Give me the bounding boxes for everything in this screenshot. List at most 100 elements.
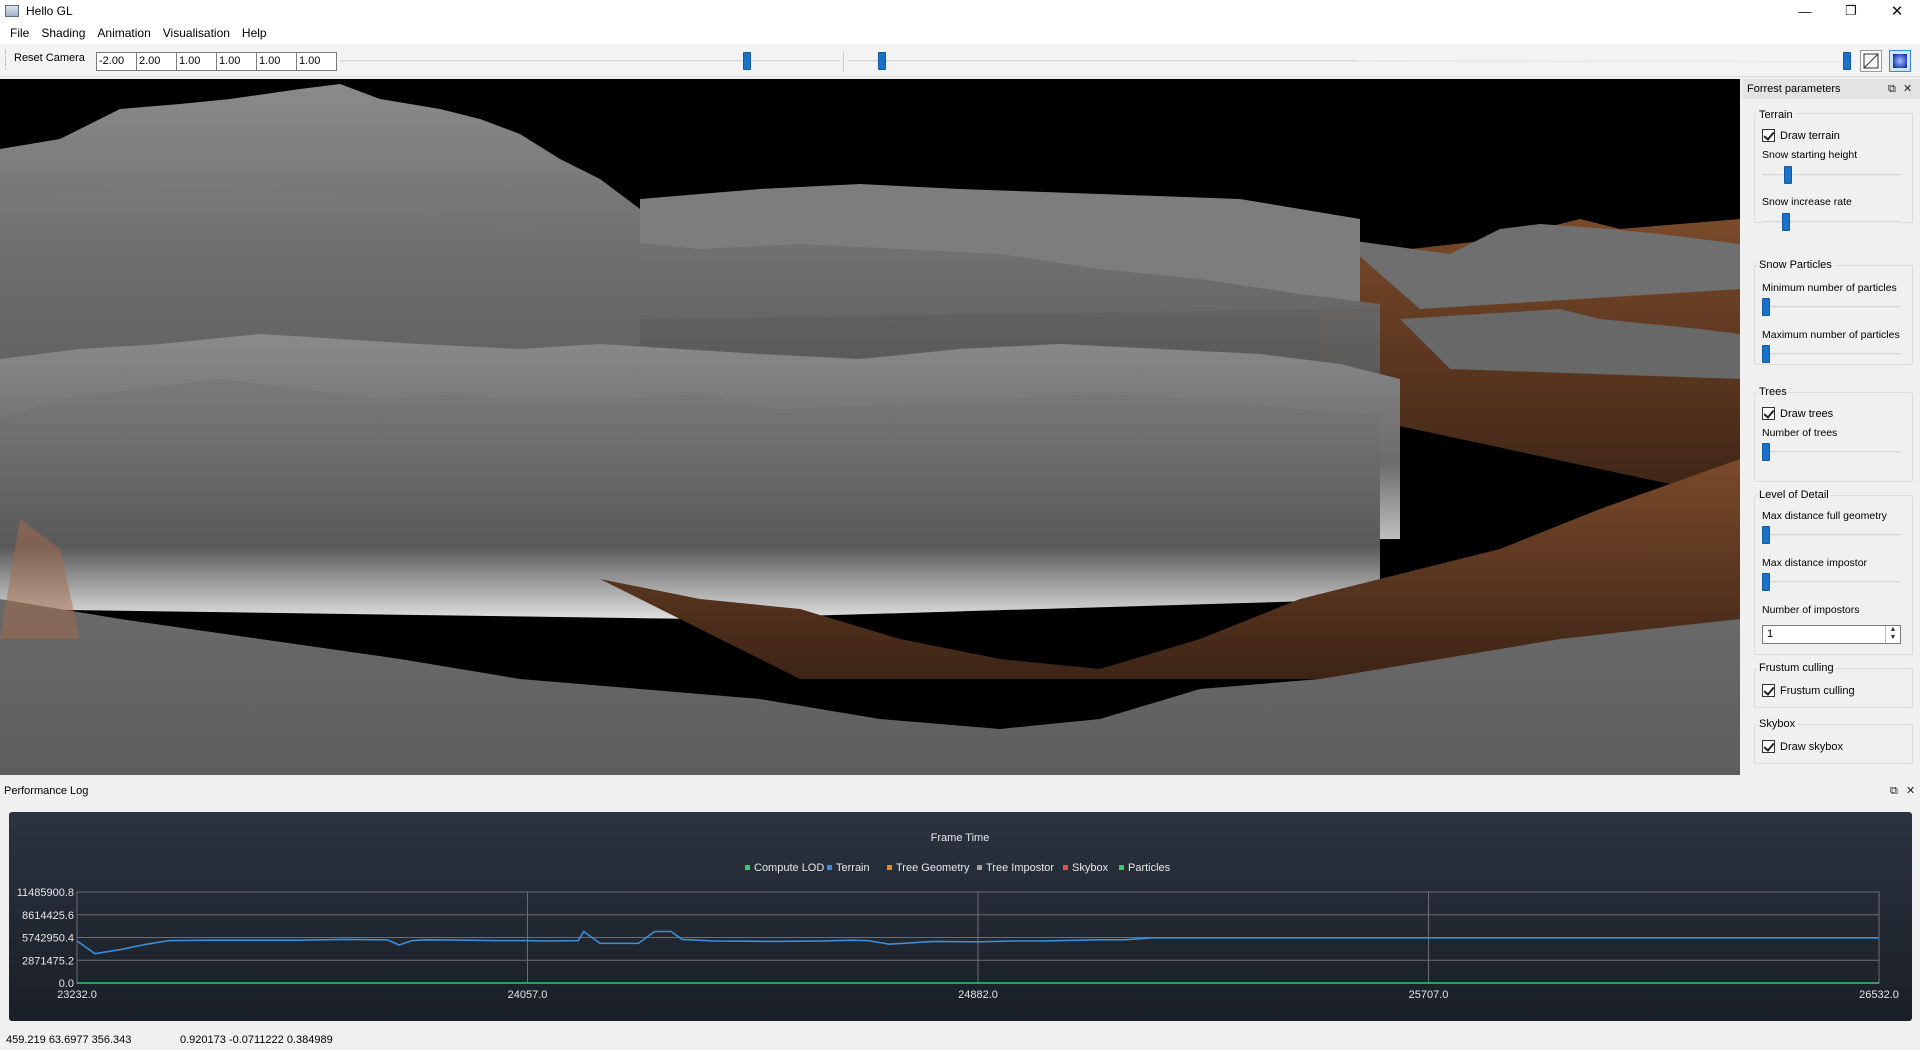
app-icon: [5, 5, 19, 17]
slider-handle[interactable]: [1762, 345, 1770, 363]
number-of-trees-label: Number of trees: [1762, 427, 1838, 439]
float-icon[interactable]: ⧉: [1888, 79, 1896, 99]
y-tick-label: 2871475.2: [22, 955, 74, 967]
number-of-impostors-spinbox[interactable]: 1 ▲ ▼: [1762, 625, 1901, 644]
slider-handle[interactable]: [1762, 573, 1770, 591]
spinbox-value: 1: [1767, 628, 1774, 640]
camera-value-1[interactable]: -2.00: [96, 52, 137, 71]
max-distance-impostor-label: Max distance impostor: [1762, 557, 1868, 569]
legend-marker: [887, 865, 892, 870]
checkbox-label: Draw trees: [1780, 407, 1834, 420]
y-tick-label: 8614425.6: [22, 910, 74, 922]
group-title-snow-particles: Snow Particles: [1757, 259, 1834, 271]
camera-direction: 0.920173 -0.0711222 0.384989: [180, 1034, 333, 1046]
checkbox-label: Draw terrain: [1780, 129, 1840, 142]
max-distance-full-label: Max distance full geometry: [1762, 510, 1887, 522]
checkbox-label: Frustum culling: [1780, 684, 1855, 697]
chart-svg: Frame Time Compute LOD Terrain Tree Geometr…: [17, 832, 1899, 1001]
checkbox-box[interactable]: [1762, 407, 1775, 420]
chart-title: Frame Time: [931, 832, 990, 844]
checkbox-box[interactable]: [1762, 129, 1775, 142]
draw-terrain-checkbox[interactable]: Draw terrain: [1762, 129, 1840, 142]
x-tick-label: 25707.0: [1409, 989, 1449, 1001]
legend-marker: [1063, 865, 1068, 870]
x-tick-label: 24057.0: [508, 989, 548, 1001]
slider-handle[interactable]: [1762, 443, 1770, 461]
menu-help[interactable]: Help: [236, 22, 273, 44]
snow-increase-rate-slider[interactable]: [1762, 212, 1901, 232]
gl-viewport[interactable]: [0, 79, 1740, 775]
legend-item: Compute LOD: [754, 862, 824, 874]
window-title: Hello GL: [26, 4, 73, 18]
menu-shading[interactable]: Shading: [35, 22, 91, 44]
shaded-render-icon[interactable]: [1889, 50, 1911, 72]
group-title-trees: Trees: [1757, 386, 1789, 398]
draw-skybox-checkbox[interactable]: Draw skybox: [1762, 740, 1843, 753]
frustum-culling-checkbox[interactable]: Frustum culling: [1762, 684, 1855, 697]
group-title-skybox: Skybox: [1757, 718, 1798, 730]
group-title-terrain: Terrain: [1757, 109, 1795, 121]
checkbox-box[interactable]: [1762, 684, 1775, 697]
close-icon[interactable]: ✕: [1903, 79, 1912, 99]
close-icon[interactable]: ✕: [1906, 781, 1915, 801]
status-bar: 459.219 63.6977 356.343 0.920173 -0.0711…: [0, 1030, 1920, 1050]
toolbar: Reset Camera -2.00 2.00 1.00 1.00 1.00 1…: [0, 44, 1920, 77]
slider-handle[interactable]: [1784, 166, 1793, 184]
menu-visualisation[interactable]: Visualisation: [157, 22, 236, 44]
toolbar-slider-1[interactable]: [340, 51, 840, 71]
spin-arrows-icon[interactable]: ▲ ▼: [1885, 626, 1900, 643]
slider-handle[interactable]: [1843, 52, 1852, 70]
menu-file[interactable]: File: [4, 22, 35, 44]
toolbar-grip[interactable]: [5, 51, 8, 69]
legend-item: Tree Impostor: [986, 862, 1054, 874]
camera-value-4[interactable]: 1.00: [216, 52, 257, 71]
camera-value-5[interactable]: 1.00: [256, 52, 297, 71]
legend-marker: [745, 865, 750, 870]
close-icon[interactable]: ✕: [1874, 0, 1920, 22]
float-icon[interactable]: ⧉: [1890, 781, 1898, 801]
dock-title: Forrest parameters: [1747, 83, 1841, 95]
snow-starting-height-slider[interactable]: [1762, 165, 1901, 185]
title-bar: Hello GL — ❐ ✕: [0, 0, 1920, 22]
wireframe-toggle-icon[interactable]: [1860, 50, 1882, 72]
checkbox-box[interactable]: [1762, 740, 1775, 753]
x-tick-label: 24882.0: [958, 989, 998, 1001]
reset-camera-button[interactable]: Reset Camera: [14, 52, 85, 64]
draw-trees-checkbox[interactable]: Draw trees: [1762, 407, 1833, 420]
menu-bar: File Shading Animation Visualisation Hel…: [0, 22, 1920, 44]
slider-handle[interactable]: [1762, 298, 1770, 316]
group-title-lod: Level of Detail: [1757, 489, 1831, 501]
legend-item: Particles: [1128, 862, 1171, 874]
camera-value-3[interactable]: 1.00: [176, 52, 217, 71]
forest-parameters-dock: Forrest parameters ⧉ ✕ Terrain Draw terr…: [1743, 79, 1920, 775]
minimize-icon[interactable]: —: [1782, 0, 1828, 22]
min-particles-label: Minimum number of particles: [1762, 282, 1897, 294]
slider-handle[interactable]: [877, 52, 886, 70]
camera-value-6[interactable]: 1.00: [296, 52, 337, 71]
y-tick-label: 11485900.8: [17, 887, 74, 899]
dock-title: Performance Log: [4, 785, 89, 797]
slider-handle[interactable]: [1762, 526, 1770, 544]
checkbox-label: Draw skybox: [1780, 740, 1843, 753]
number-of-impostors-label: Number of impostors: [1762, 604, 1860, 616]
camera-value-2[interactable]: 2.00: [136, 52, 177, 71]
number-of-trees-slider[interactable]: [1762, 442, 1901, 462]
legend-marker: [1119, 865, 1124, 870]
terrain-render: [0, 79, 1740, 775]
max-distance-full-slider[interactable]: [1762, 525, 1901, 545]
camera-position: 459.219 63.6977 356.343: [6, 1034, 132, 1046]
max-distance-impostor-slider[interactable]: [1762, 572, 1901, 592]
toolbar-slider-3[interactable]: [1356, 51, 1856, 71]
restore-icon[interactable]: ❐: [1828, 0, 1874, 22]
legend-marker: [827, 865, 832, 870]
snow-increase-rate-label: Snow increase rate: [1762, 196, 1852, 208]
legend-item: Tree Geometry: [896, 862, 970, 874]
max-particles-label: Maximum number of particles: [1762, 329, 1900, 341]
slider-handle[interactable]: [743, 52, 752, 70]
slider-handle[interactable]: [1781, 213, 1790, 231]
menu-animation[interactable]: Animation: [91, 22, 156, 44]
snow-starting-height-label: Snow starting height: [1762, 149, 1858, 161]
legend-marker: [977, 865, 982, 870]
max-particles-slider[interactable]: [1762, 344, 1901, 364]
min-particles-slider[interactable]: [1762, 297, 1901, 317]
